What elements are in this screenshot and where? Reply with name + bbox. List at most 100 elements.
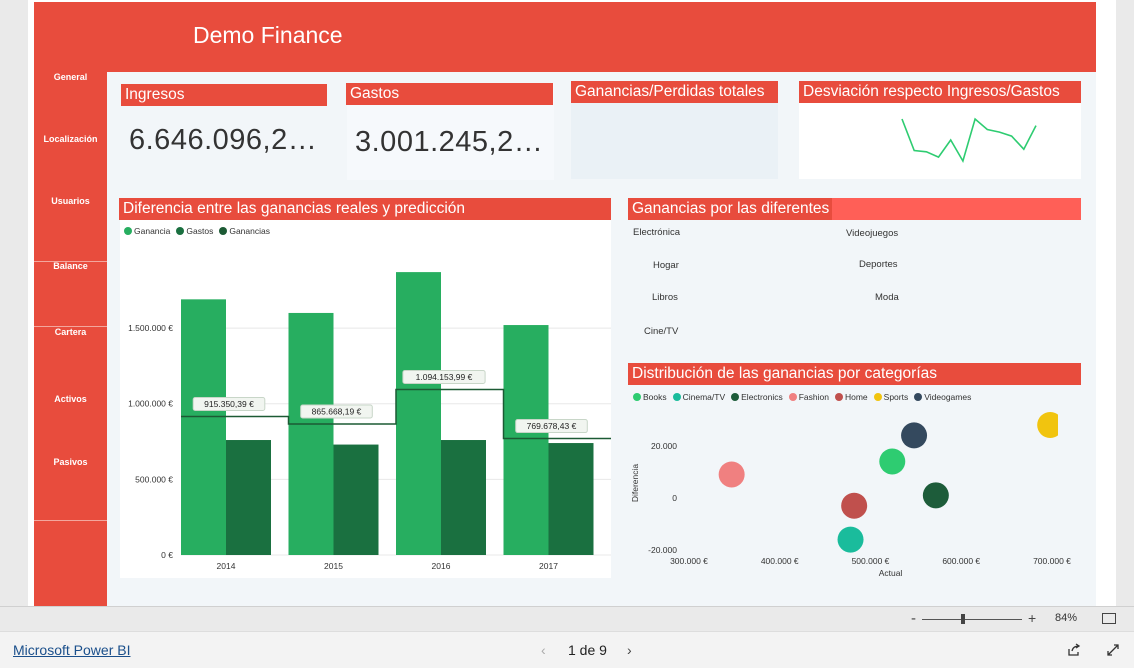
- x-tick-label: 600.000 €: [942, 556, 980, 566]
- x-axis-label: Actual: [879, 568, 903, 578]
- bar-ganancia: [288, 312, 334, 555]
- legend-item[interactable]: Gastos: [176, 226, 213, 236]
- share-icon[interactable]: [1067, 643, 1081, 657]
- legend-item[interactable]: Videogames: [914, 392, 971, 402]
- legend-dot: [834, 393, 843, 401]
- kpi-title-ganancias: Ganancias/Perdidas totales: [571, 81, 778, 103]
- data-label-text: 865.668,19 €: [312, 407, 362, 417]
- scatter-point-cinematv: [837, 526, 864, 553]
- bar-ganancia: [396, 272, 441, 555]
- legend-label: Ganancia: [134, 226, 171, 236]
- data-label-text: 915.350,39 €: [204, 399, 254, 409]
- category-item[interactable]: Libros: [652, 292, 678, 303]
- legend-item[interactable]: Home: [834, 392, 868, 402]
- fullscreen-icon[interactable]: [1106, 643, 1120, 657]
- legend-label: Electronics: [741, 392, 783, 402]
- scatter-chart: 20.000 0 -20.000300.000 € 400.000 € 500.000 …: [630, 412, 1071, 578]
- data-label: 915.350,39 €: [192, 397, 266, 412]
- legend-item[interactable]: Fashion: [788, 392, 829, 402]
- y-tick-label: 20.000: [651, 441, 677, 451]
- bar-gastos: [226, 440, 271, 555]
- legend-label: Books: [643, 392, 667, 402]
- nav-item-activos[interactable]: Activos: [34, 394, 107, 404]
- bar-gastos: [548, 443, 594, 555]
- y-tick-label: 0: [672, 493, 677, 503]
- x-tick-label: 2014: [217, 561, 236, 571]
- y-tick-label: 1.500.000 €: [128, 323, 173, 333]
- kpi-title-desviacion: Desviación respecto Ingresos/Gastos: [799, 81, 1081, 103]
- x-tick-label: 700.000 €: [1033, 556, 1071, 566]
- category-item[interactable]: Deportes: [859, 259, 898, 270]
- scatter-point-books: [879, 448, 906, 475]
- fit-to-page-icon[interactable]: [1102, 613, 1116, 624]
- nav-divider: [34, 520, 107, 521]
- data-label: 865.668,19 €: [300, 404, 373, 419]
- x-tick-label: 2017: [539, 561, 558, 571]
- scatter-point-home: [841, 492, 868, 519]
- scatter-legend: Books Cinema/TV Electronics Fashion Home…: [633, 392, 971, 402]
- bar-gastos: [441, 440, 486, 555]
- x-tick-label: 400.000 €: [761, 556, 799, 566]
- scatter-points: [718, 412, 1058, 553]
- legend-item[interactable]: Ganancia: [124, 226, 170, 236]
- category-item[interactable]: Cine/TV: [644, 326, 678, 337]
- category-item[interactable]: Moda: [875, 292, 899, 303]
- zoom-slider-track[interactable]: [922, 619, 1022, 620]
- y-axis-label: Diferencia: [630, 464, 640, 503]
- scatter-title: Distribución de las ganancias por catego…: [628, 363, 1081, 385]
- next-page-icon[interactable]: ›: [627, 642, 632, 658]
- legend-item[interactable]: Books: [633, 392, 667, 402]
- nav-divider: [34, 326, 107, 327]
- y-tick-label: 500.000 €: [135, 474, 173, 484]
- nav-item-balance[interactable]: Balance: [34, 261, 107, 271]
- legend-label: Ganancias: [229, 226, 270, 236]
- nav-item-pasivos[interactable]: Pasivos: [34, 457, 107, 467]
- nav-item-general[interactable]: General: [34, 72, 107, 82]
- x-tick-label: 300.000 €: [670, 556, 708, 566]
- nav-item-usuarios[interactable]: Usuarios: [34, 196, 107, 206]
- legend-item[interactable]: Electronics: [731, 392, 783, 402]
- diff-bar-chart: 0 € 500.000 € 1.000.000 € 1.500.000 € 2014 20…: [128, 272, 611, 571]
- x-tick-label: 500.000 €: [852, 556, 890, 566]
- legend-dot: [672, 393, 681, 401]
- legend-dot: [176, 227, 185, 235]
- y-tick-label: 0 €: [161, 550, 173, 560]
- category-item[interactable]: Videojuegos: [846, 228, 898, 239]
- kpi-value-ingresos: 6.646.096,2…: [129, 124, 318, 156]
- data-label-text: 769.678,43 €: [527, 421, 577, 431]
- powerbi-link[interactable]: Microsoft Power BI: [13, 642, 130, 658]
- zoom-level: 84%: [1055, 612, 1078, 624]
- legend-label: Gastos: [186, 226, 214, 236]
- nav-item-localizacion[interactable]: Localización: [34, 134, 107, 144]
- category-item[interactable]: Electrónica: [633, 227, 680, 238]
- bar-gastos: [333, 444, 379, 555]
- data-label: 769.678,43 €: [515, 419, 588, 434]
- zoom-slider-handle[interactable]: [961, 614, 965, 624]
- bar-ganancia: [181, 299, 226, 555]
- x-tick-label: 2015: [324, 561, 343, 571]
- legend-label: Fashion: [798, 392, 829, 402]
- legend-dot: [731, 393, 740, 401]
- scatter-point-sports: [1037, 412, 1058, 438]
- data-label-text: 1.094.153,99 €: [416, 372, 473, 382]
- legend-item[interactable]: Cinema/TV: [672, 392, 725, 402]
- legend-label: Home: [844, 392, 868, 402]
- category-item[interactable]: Hogar: [653, 260, 679, 271]
- kpi-value-gastos: 3.001.245,2…: [355, 126, 544, 158]
- legend-dot: [219, 227, 228, 235]
- nav-sidebar: General Localización Usuarios Balance Ca…: [34, 72, 107, 606]
- sparkline-series: [901, 117, 1037, 164]
- legend-item[interactable]: Ganancias: [219, 226, 270, 236]
- diff-chart-title: Diferencia entre las ganancias reales y …: [119, 198, 611, 220]
- prev-page-icon[interactable]: ‹: [541, 642, 546, 658]
- bar-ganancia: [503, 325, 549, 555]
- scatter-point-videogames: [901, 422, 928, 449]
- zoom-in-button[interactable]: +: [1028, 610, 1036, 626]
- y-tick-label: 1.000.000 €: [128, 399, 173, 409]
- legend-dot: [633, 393, 641, 401]
- legend-item[interactable]: Sports: [873, 392, 908, 402]
- zoom-out-button[interactable]: -: [911, 610, 916, 627]
- x-tick-label: 2016: [432, 561, 451, 571]
- nav-item-cartera[interactable]: Cartera: [34, 327, 107, 337]
- categories-title-highlight: [832, 198, 1081, 220]
